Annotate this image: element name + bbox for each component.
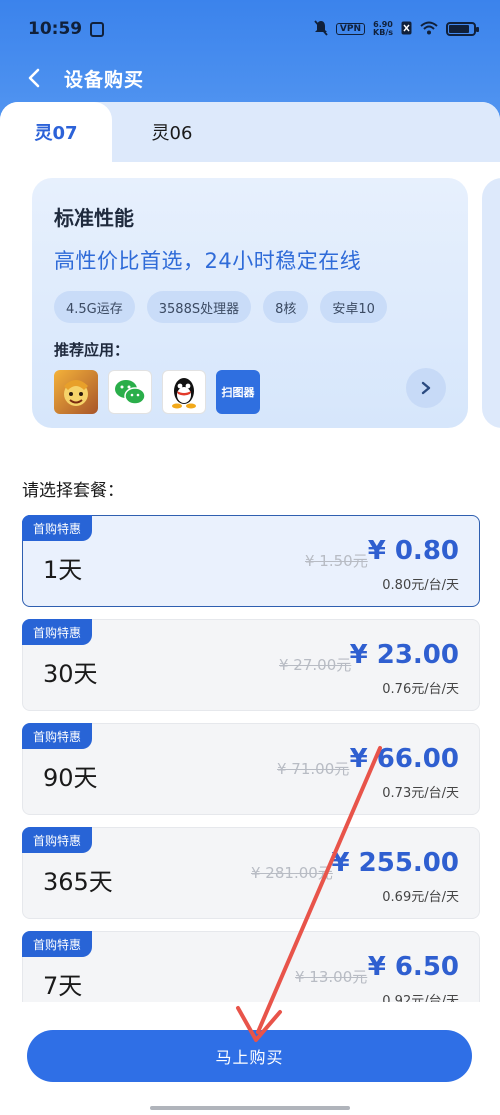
plan-name: 1天 [43,556,83,584]
notification-icon [90,21,105,37]
mute-icon [314,19,328,39]
network-speed-unit: KB/s [373,28,393,37]
device-tabs: 灵07 灵06 [0,102,500,162]
plan-option-365day[interactable]: 首购特惠 365天 ¥ 281.00元 ¥ 255.00 0.69元/台/天 [22,827,480,919]
plan-name: 7天 [43,972,83,1000]
spec-chip-cpu: 3588S处理器 [146,291,252,323]
original-price: ¥ 13.00元 [295,968,368,986]
plan-name: 90天 [43,764,98,792]
scanner-app-icon[interactable]: 扫图器 [216,370,260,414]
plan-price: ¥ 255.00 [331,848,459,878]
status-bar: 10:59 VPN 6.90 KB/s [0,0,500,58]
clash-of-clans-app-icon[interactable] [54,370,98,414]
vpn-icon: VPN [335,23,366,35]
device-subtitle: 高性价比首选，24小时稳定在线 [54,249,362,273]
plan-option-1day[interactable]: 首购特惠 1天 ¥ 1.50元 ¥ 0.80 0.80元/台/天 [22,515,480,607]
plan-option-7day[interactable]: 首购特惠 7天 ¥ 13.00元 ¥ 6.50 0.92元/台/天 [22,931,480,1002]
plan-price: ¥ 23.00 [349,640,459,670]
first-purchase-badge: 首购特惠 [22,723,92,749]
wifi-icon [420,21,438,38]
choose-plan-label: 请选择套餐： [22,481,124,501]
chevron-left-icon [28,68,40,88]
spec-chip-android: 安卓10 [320,291,387,323]
home-indicator [150,1106,350,1110]
buy-now-button[interactable]: 马上购买 [27,1030,472,1082]
original-price: ¥ 71.00元 [277,760,350,778]
spec-chips: 4.5G运存 3588S处理器 8核 安卓10 [54,291,446,323]
device-title: 标准性能 [54,206,134,230]
unit-price: 0.73元/台/天 [382,786,459,801]
original-price: ¥ 1.50元 [305,552,368,570]
next-device-button[interactable] [406,368,446,408]
plan-price: ¥ 6.50 [367,952,459,982]
recommended-apps-label: 推荐应用： [54,341,130,359]
unit-price: 0.69元/台/天 [382,890,459,905]
device-card: 标准性能 高性价比首选，24小时稳定在线 4.5G运存 3588S处理器 8核 … [32,178,468,428]
back-button[interactable] [4,58,64,98]
chevron-right-icon [421,381,431,395]
next-device-card-peek [482,178,500,428]
plan-name: 365天 [43,868,113,896]
original-price: ¥ 281.00元 [251,864,333,882]
tab-ling07[interactable]: 灵07 [0,102,112,162]
status-time: 10:59 [28,19,83,39]
first-purchase-badge: 首购特惠 [22,827,92,853]
qq-app-icon[interactable] [162,370,206,414]
spec-chip-ram: 4.5G运存 [54,291,135,323]
sim-off-icon [401,21,412,38]
network-speed: 6.90 KB/s [373,21,393,37]
unit-price: 0.76元/台/天 [382,682,459,697]
plan-price: ¥ 66.00 [349,744,459,774]
page-title: 设备购买 [64,68,145,91]
plan-list[interactable]: 首购特惠 1天 ¥ 1.50元 ¥ 0.80 0.80元/台/天 首购特惠 30… [0,515,500,1002]
app-header: 设备购买 [0,58,500,98]
recommended-apps: 扫图器 [54,370,446,414]
plan-option-30day[interactable]: 首购特惠 30天 ¥ 27.00元 ¥ 23.00 0.76元/台/天 [22,619,480,711]
unit-price: 0.92元/台/天 [382,994,459,1002]
first-purchase-badge: 首购特惠 [22,931,92,957]
plan-option-90day[interactable]: 首购特惠 90天 ¥ 71.00元 ¥ 66.00 0.73元/台/天 [22,723,480,815]
battery-icon [446,22,479,36]
plan-price: ¥ 0.80 [367,536,459,566]
wechat-app-icon[interactable] [108,370,152,414]
plan-name: 30天 [43,660,98,688]
tab-ling06[interactable]: 灵06 [112,102,232,162]
first-purchase-badge: 首购特惠 [22,619,92,645]
status-right-icons: VPN 6.90 KB/s [314,19,479,39]
spec-chip-cores: 8核 [263,291,309,323]
unit-price: 0.80元/台/天 [382,578,459,593]
first-purchase-badge: 首购特惠 [22,515,92,541]
original-price: ¥ 27.00元 [279,656,352,674]
